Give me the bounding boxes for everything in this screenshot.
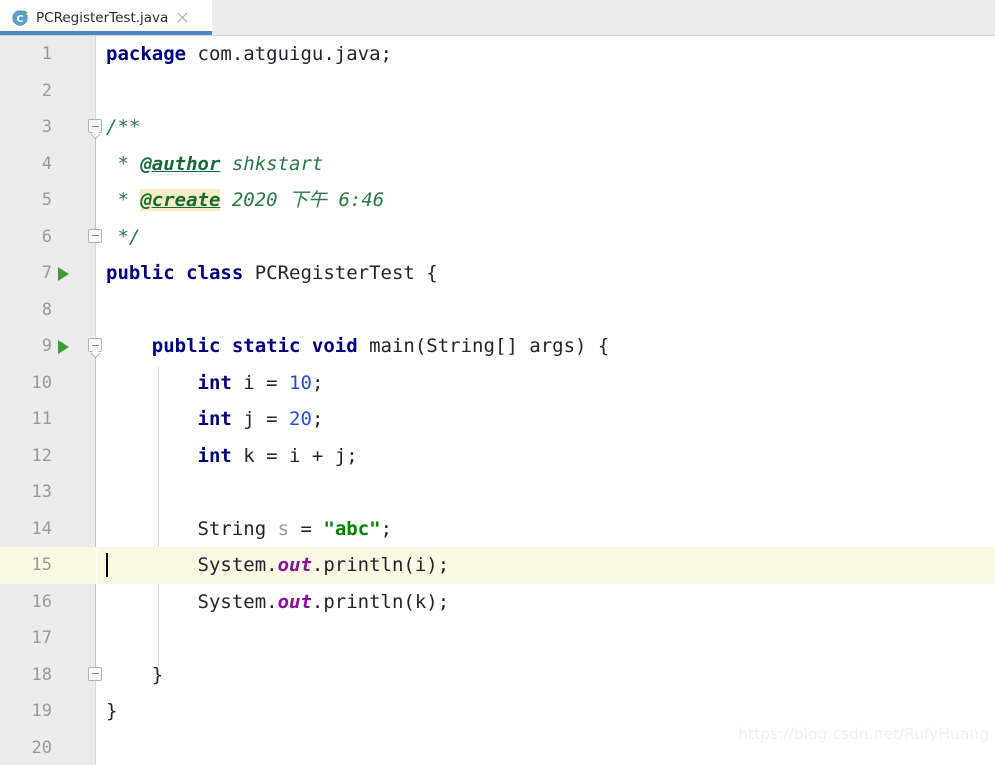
code-line-12[interactable]: 12 int k = i + j; <box>0 438 995 475</box>
code-text: public class PCRegisterTest { <box>106 262 438 284</box>
line-number: 1 <box>41 44 52 64</box>
editor-window: C PCRegisterTest.java 1 package com.atgui… <box>0 0 995 765</box>
code-line-13[interactable]: 13 <box>0 474 995 511</box>
code-text: /** <box>106 116 141 138</box>
line-number: 13 <box>31 482 52 502</box>
code-text: } <box>106 700 118 722</box>
code-line-11[interactable]: 11 int j = 20; <box>0 401 995 438</box>
code-line-2[interactable]: 2 <box>0 73 995 110</box>
editor-tab-bar: C PCRegisterTest.java <box>0 0 995 36</box>
line-number: 14 <box>31 518 52 539</box>
line-number: 6 <box>41 226 52 247</box>
line-number: 9 <box>41 336 52 356</box>
svg-text:C: C <box>17 14 24 25</box>
code-text: int j = 20; <box>197 408 324 430</box>
code-line-9[interactable]: 9 public static void main(String[] args)… <box>0 328 995 365</box>
fold-marker-comment-end[interactable] <box>84 219 106 256</box>
line-number: 8 <box>41 299 52 320</box>
code-line-15[interactable]: 15 System.out.println(i); <box>0 547 995 584</box>
fold-marker-method-end[interactable] <box>84 657 106 694</box>
line-number: 18 <box>31 664 52 685</box>
code-text: */ <box>106 225 141 248</box>
tab-active-underline <box>0 31 212 35</box>
code-line-1[interactable]: 1 package com.atguigu.java; <box>0 36 995 73</box>
line-number: 5 <box>41 190 52 210</box>
code-line-8[interactable]: 8 <box>0 292 995 329</box>
code-text: System.out.println(i); <box>106 554 450 576</box>
code-line-10[interactable]: 10 int i = 10; <box>0 365 995 402</box>
code-line-7[interactable]: 7 public class PCRegisterTest { <box>0 255 995 292</box>
fold-marker-comment-start[interactable] <box>84 109 106 146</box>
tab-pcregistertest-java[interactable]: C PCRegisterTest.java <box>0 0 212 35</box>
code-line-6[interactable]: 6 */ <box>0 219 995 256</box>
run-play-icon[interactable] <box>58 267 69 281</box>
code-line-18[interactable]: 18 } <box>0 657 995 694</box>
line-number: 10 <box>31 372 52 393</box>
watermark: https://blog.csdn.net/RufyHuang <box>738 725 989 743</box>
java-class-runnable-icon: C <box>12 9 29 26</box>
line-number: 15 <box>31 555 52 575</box>
code-line-17[interactable]: 17 <box>0 620 995 657</box>
line-number: 12 <box>31 445 52 466</box>
run-play-icon[interactable] <box>58 340 69 354</box>
collapse-minus-icon[interactable] <box>88 666 102 681</box>
code-text: * @author shkstart <box>106 152 324 175</box>
fold-marker-method-start[interactable] <box>84 328 106 365</box>
code-text: public static void main(String[] args) { <box>151 335 610 357</box>
code-text: package com.atguigu.java; <box>106 43 392 65</box>
code-text: String s = "abc"; <box>106 517 393 540</box>
collapse-minus-icon[interactable] <box>88 119 102 133</box>
line-number: 4 <box>41 153 52 174</box>
code-editor[interactable]: 1 package com.atguigu.java; 2 3 /** 4 * @auth… <box>0 36 995 765</box>
code-line-4[interactable]: 4 * @author shkstart <box>0 146 995 183</box>
line-number: 19 <box>31 701 52 721</box>
collapse-minus-icon[interactable] <box>88 338 102 352</box>
line-number: 11 <box>31 409 52 429</box>
code-line-5[interactable]: 5 * @create 2020 下午 6:46 <box>0 182 995 219</box>
line-number: 7 <box>41 263 52 283</box>
line-number: 16 <box>31 591 52 612</box>
line-number: 17 <box>31 628 52 648</box>
code-text: System.out.println(k); <box>106 590 450 613</box>
editor-rows: 1 package com.atguigu.java; 2 3 /** 4 * @auth… <box>0 36 995 765</box>
code-text: int k = i + j; <box>197 444 358 467</box>
tab-label: PCRegisterTest.java <box>36 9 169 26</box>
line-number: 3 <box>41 117 52 137</box>
code-line-3[interactable]: 3 /** <box>0 109 995 146</box>
code-text: } <box>106 663 164 686</box>
code-text: * @create 2020 下午 6:46 <box>106 189 385 211</box>
collapse-minus-icon[interactable] <box>88 228 102 243</box>
line-number: 2 <box>41 80 52 101</box>
code-text: int i = 10; <box>197 371 324 394</box>
close-icon[interactable] <box>176 11 189 24</box>
code-line-16[interactable]: 16 System.out.println(k); <box>0 584 995 621</box>
line-number: 20 <box>31 737 52 758</box>
code-line-14[interactable]: 14 String s = "abc"; <box>0 511 995 548</box>
